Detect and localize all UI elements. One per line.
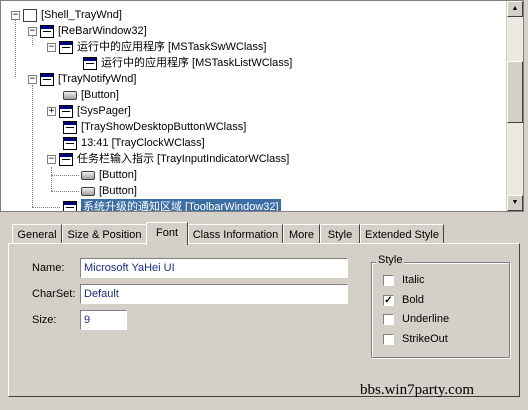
style-group-title: Style	[376, 254, 405, 266]
scrollbar-thumb[interactable]	[507, 61, 523, 123]
scroll-down-button[interactable]: ▼	[507, 195, 523, 211]
size-label: Size:	[32, 314, 57, 326]
underline-checkbox[interactable]: Underline	[383, 313, 449, 325]
tree-node-label: [SysPager]	[77, 105, 131, 117]
button-icon	[81, 186, 95, 196]
window-icon	[59, 40, 73, 54]
checkmark-icon[interactable]: ✓	[383, 294, 394, 306]
tree-node-label: 运行中的应用程序 [MSTaskListWClass]	[101, 57, 293, 69]
tree-content: − [Shell_TrayWnd] − [ReBarWindow32] − 运行…	[1, 1, 507, 211]
tree-node-rebarwindow32[interactable]: − [ReBarWindow32]	[28, 23, 147, 39]
tab-extended-style[interactable]: Extended Style	[360, 224, 444, 244]
checkbox-box[interactable]	[383, 333, 394, 345]
button-icon	[81, 170, 95, 180]
font-name-field[interactable]: Microsoft YaHei UI	[80, 258, 348, 278]
tree-node-label: [Button]	[81, 89, 119, 101]
window-icon	[63, 120, 77, 134]
charset-label: CharSet:	[32, 288, 76, 300]
window-icon	[59, 104, 73, 118]
tree-node-label: [Shell_TrayWnd]	[41, 9, 122, 21]
tree-connector-line	[51, 191, 79, 192]
tree-node-button[interactable]: [Button]	[63, 87, 119, 103]
tree-node-mstaskswwclass[interactable]: − 运行中的应用程序 [MSTaskSwWClass]	[47, 39, 266, 55]
font-size-field[interactable]: 9	[80, 310, 127, 330]
tab-more[interactable]: More	[283, 224, 320, 244]
tree-node-label: [Button]	[99, 185, 137, 197]
window-icon	[83, 56, 97, 70]
checkbox-label: Italic	[402, 274, 425, 286]
tree-node-mstasklistwclass[interactable]: 运行中的应用程序 [MSTaskListWClass]	[83, 55, 292, 71]
checkbox-label: Bold	[402, 294, 425, 306]
tab-general[interactable]: General	[12, 224, 62, 244]
expand-icon[interactable]: +	[47, 106, 56, 116]
italic-checkbox[interactable]: Italic	[383, 274, 425, 286]
window-tree-view[interactable]: − [Shell_TrayWnd] − [ReBarWindow32] − 运行…	[0, 0, 524, 212]
charset-field[interactable]: Default	[80, 284, 348, 304]
tab-style[interactable]: Style	[320, 224, 360, 244]
tree-node-label: [Button]	[99, 169, 137, 181]
tree-node-label: 任务栏输入指示 [TrayInputIndicatorWClass]	[77, 153, 290, 165]
collapse-icon[interactable]: −	[28, 26, 37, 36]
tree-node-label: 13:41 [TrayClockWClass]	[81, 137, 205, 149]
tab-font[interactable]: Font	[146, 222, 188, 245]
checkbox-box[interactable]	[383, 274, 394, 286]
tree-node-button[interactable]: [Button]	[81, 183, 137, 199]
tree-node-trayclockwclass[interactable]: 13:41 [TrayClockWClass]	[63, 135, 205, 151]
tree-node-syspager[interactable]: + [SysPager]	[47, 103, 131, 119]
tree-node-traynotifywnd[interactable]: − [TrayNotifyWnd]	[28, 71, 136, 87]
window-icon	[40, 72, 54, 86]
tree-node-label: [TrayShowDesktopButtonWClass]	[81, 121, 247, 133]
checkbox-label: StrikeOut	[402, 333, 448, 345]
window-icon	[59, 152, 73, 166]
vertical-scrollbar[interactable]: ▲ ▼	[506, 1, 523, 211]
scroll-up-button[interactable]: ▲	[507, 1, 523, 17]
tree-connector-line	[15, 15, 16, 77]
tree-node-label: [TrayNotifyWnd]	[58, 73, 137, 85]
collapse-icon[interactable]: −	[47, 42, 56, 52]
window-icon	[40, 24, 54, 38]
strikeout-checkbox[interactable]: StrikeOut	[383, 333, 448, 345]
button-icon	[63, 90, 77, 100]
tree-node-toolbarwindow32[interactable]: 系统升级的通知区域 [ToolbarWindow32]	[63, 199, 281, 211]
tree-connector-line	[51, 175, 79, 176]
collapse-icon[interactable]: −	[47, 154, 56, 164]
tree-node-shell-traywnd[interactable]: − [Shell_TrayWnd]	[11, 7, 122, 23]
collapse-icon[interactable]: −	[28, 74, 37, 84]
tree-node-trayshowdesktopbutton[interactable]: [TrayShowDesktopButtonWClass]	[63, 119, 246, 135]
tree-connector-line	[32, 207, 60, 208]
tree-connector-line	[51, 167, 52, 191]
tab-size-position[interactable]: Size & Position	[62, 224, 147, 244]
window-icon	[63, 136, 77, 150]
box-icon	[23, 8, 37, 22]
tree-connector-line	[32, 85, 33, 207]
checkbox-label: Underline	[402, 313, 450, 325]
watermark-text: bbs.win7party.com	[360, 382, 475, 398]
tab-class-information[interactable]: Class Information	[188, 224, 283, 244]
tree-node-trayinputindicator[interactable]: − 任务栏输入指示 [TrayInputIndicatorWClass]	[47, 151, 289, 167]
window-icon	[63, 200, 77, 211]
name-label: Name:	[32, 262, 65, 274]
tree-node-button[interactable]: [Button]	[81, 167, 137, 183]
tree-node-label-selected: 系统升级的通知区域 [ToolbarWindow32]	[81, 199, 281, 211]
checkbox-box[interactable]	[383, 313, 394, 325]
bold-checkbox[interactable]: ✓ Bold	[383, 294, 424, 306]
tree-node-label: [ReBarWindow32]	[58, 25, 147, 37]
tree-node-label: 运行中的应用程序 [MSTaskSwWClass]	[77, 41, 267, 53]
collapse-icon[interactable]: −	[11, 10, 20, 20]
